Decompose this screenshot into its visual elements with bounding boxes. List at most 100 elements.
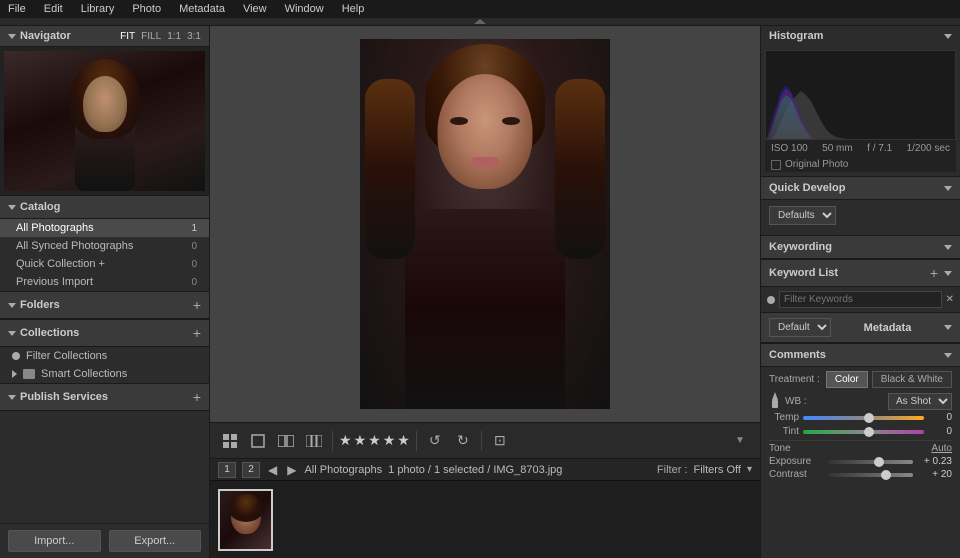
nav-opt-fill[interactable]: FILL: [141, 31, 161, 42]
menu-window[interactable]: Window: [281, 3, 328, 15]
menu-view[interactable]: View: [239, 3, 271, 15]
collections-collapse-icon: [8, 331, 16, 336]
contrast-row: Contrast + 20: [769, 469, 952, 480]
rotate-left-btn[interactable]: ↺: [423, 429, 447, 453]
exposure-thumb[interactable]: [874, 457, 884, 467]
contrast-thumb[interactable]: [881, 470, 891, 480]
original-photo-checkbox[interactable]: [771, 160, 781, 170]
defaults-select[interactable]: Defaults: [769, 206, 836, 225]
temp-slider[interactable]: [803, 416, 924, 420]
eyedropper-icon[interactable]: [769, 392, 781, 410]
compare-view-btn[interactable]: [274, 429, 298, 453]
catalog-item-synced[interactable]: All Synced Photographs 0: [0, 237, 209, 255]
keyword-list-header[interactable]: Keyword List +: [761, 259, 960, 287]
catalog-label: Catalog: [20, 201, 60, 213]
top-collapse-arrow[interactable]: [0, 18, 960, 26]
catalog-item-quick-collection[interactable]: Quick Collection + 0: [0, 255, 209, 273]
exposure-slider[interactable]: [828, 460, 913, 464]
auto-btn[interactable]: Auto: [931, 443, 952, 454]
strip-next-btn[interactable]: ▶: [285, 463, 298, 477]
hist-iso: ISO 100: [771, 143, 808, 154]
keywording-title: Keywording: [769, 241, 832, 253]
grid-view-btn[interactable]: [218, 429, 242, 453]
collections-header[interactable]: Collections +: [0, 319, 209, 347]
wb-as-shot-select[interactable]: As Shot: [888, 393, 952, 410]
histogram-collapse-icon[interactable]: [944, 34, 952, 39]
loupe-view-btn[interactable]: [246, 429, 270, 453]
bw-btn[interactable]: Black & White: [872, 371, 952, 388]
histogram-title: Histogram: [769, 30, 823, 42]
menu-library[interactable]: Library: [77, 3, 119, 15]
collection-smart[interactable]: Smart Collections: [0, 365, 209, 383]
star-1: ★: [339, 432, 352, 449]
filter-dropdown-btn[interactable]: ▾: [747, 464, 752, 475]
quick-develop-title: Quick Develop: [769, 182, 845, 194]
navigator-title: Navigator: [8, 30, 71, 42]
metadata-default-select[interactable]: Default: [769, 318, 831, 337]
menu-file[interactable]: File: [4, 3, 30, 15]
collapse-up-icon: [474, 19, 486, 24]
metadata-header[interactable]: Default Metadata: [761, 312, 960, 343]
menu-photo[interactable]: Photo: [128, 3, 165, 15]
temp-thumb[interactable]: [864, 413, 874, 423]
quick-develop-collapse-icon: [944, 186, 952, 191]
navigator-label: Navigator: [20, 30, 71, 42]
menu-edit[interactable]: Edit: [40, 3, 67, 15]
star-3: ★: [368, 432, 381, 449]
tint-thumb[interactable]: [864, 427, 874, 437]
catalog-item-all-photographs[interactable]: All Photographs 1: [0, 219, 209, 237]
nav-opt-fit[interactable]: FIT: [120, 31, 135, 42]
toolbar-separator-2: [416, 431, 417, 451]
filmstrip-thumb-1[interactable]: [218, 489, 273, 551]
strip-num-1[interactable]: 1: [218, 462, 236, 478]
export-button[interactable]: Export...: [109, 530, 202, 552]
star-rating[interactable]: ★ ★ ★ ★ ★: [339, 432, 410, 449]
catalog-title: Catalog: [8, 201, 60, 213]
metadata-title: Metadata: [864, 322, 912, 334]
original-photo-label: Original Photo: [785, 159, 848, 170]
menu-help[interactable]: Help: [338, 3, 369, 15]
bottom-strip: 1 2 ◀ ▶ All Photographs 1 photo / 1 sele…: [210, 458, 760, 480]
folders-header[interactable]: Folders +: [0, 291, 209, 319]
contrast-slider[interactable]: [828, 473, 913, 477]
keyword-search-icon[interactable]: ✕: [946, 294, 954, 305]
nav-opt-1to1[interactable]: 1:1: [167, 31, 181, 42]
hist-shutter: 1/200 sec: [907, 143, 950, 154]
keyword-list-collapse-icon[interactable]: [944, 271, 952, 276]
navigator-collapse-icon[interactable]: [8, 34, 16, 39]
filter-keywords-row: ✕: [761, 287, 960, 312]
keywording-header[interactable]: Keywording: [761, 235, 960, 259]
toolbar-dropdown-btn[interactable]: ▼: [728, 429, 752, 453]
catalog-item-label: Previous Import: [16, 276, 93, 288]
keyword-list-add-btn[interactable]: +: [930, 265, 938, 281]
collection-filter[interactable]: Filter Collections: [0, 347, 209, 365]
nav-opt-3to1[interactable]: 3:1: [187, 31, 201, 42]
star-2: ★: [354, 432, 367, 449]
import-button[interactable]: Import...: [8, 530, 101, 552]
frame-btn[interactable]: ⊡: [488, 429, 512, 453]
portrait-lips: [471, 157, 499, 167]
strip-prev-btn[interactable]: ◀: [266, 463, 279, 477]
tint-slider[interactable]: [803, 430, 924, 434]
folders-add-btn[interactable]: +: [193, 297, 201, 313]
publish-services-header[interactable]: Publish Services +: [0, 383, 209, 411]
portrait-body: [405, 209, 565, 409]
strip-num-2[interactable]: 2: [242, 462, 260, 478]
quick-develop-header[interactable]: Quick Develop: [761, 176, 960, 200]
color-btn[interactable]: Color: [826, 371, 868, 388]
filter-keywords-input[interactable]: [779, 291, 942, 308]
catalog-header[interactable]: Catalog: [0, 195, 209, 219]
rotate-right-btn[interactable]: ↻: [451, 429, 475, 453]
menu-metadata[interactable]: Metadata: [175, 3, 229, 15]
comments-header[interactable]: Comments: [761, 343, 960, 367]
wb-label: WB :: [785, 396, 807, 407]
left-panel: Navigator FIT FILL 1:1 3:1: [0, 26, 210, 558]
catalog-item-previous-import[interactable]: Previous Import 0: [0, 273, 209, 291]
catalog-item-count: 1: [191, 223, 197, 234]
portrait-right-eye: [502, 117, 520, 125]
exposure-row: Exposure + 0.23: [769, 456, 952, 467]
survey-view-btn[interactable]: [302, 429, 326, 453]
publish-services-add-btn[interactable]: +: [193, 389, 201, 405]
main-photo-area: [210, 26, 760, 422]
collections-add-btn[interactable]: +: [193, 325, 201, 341]
